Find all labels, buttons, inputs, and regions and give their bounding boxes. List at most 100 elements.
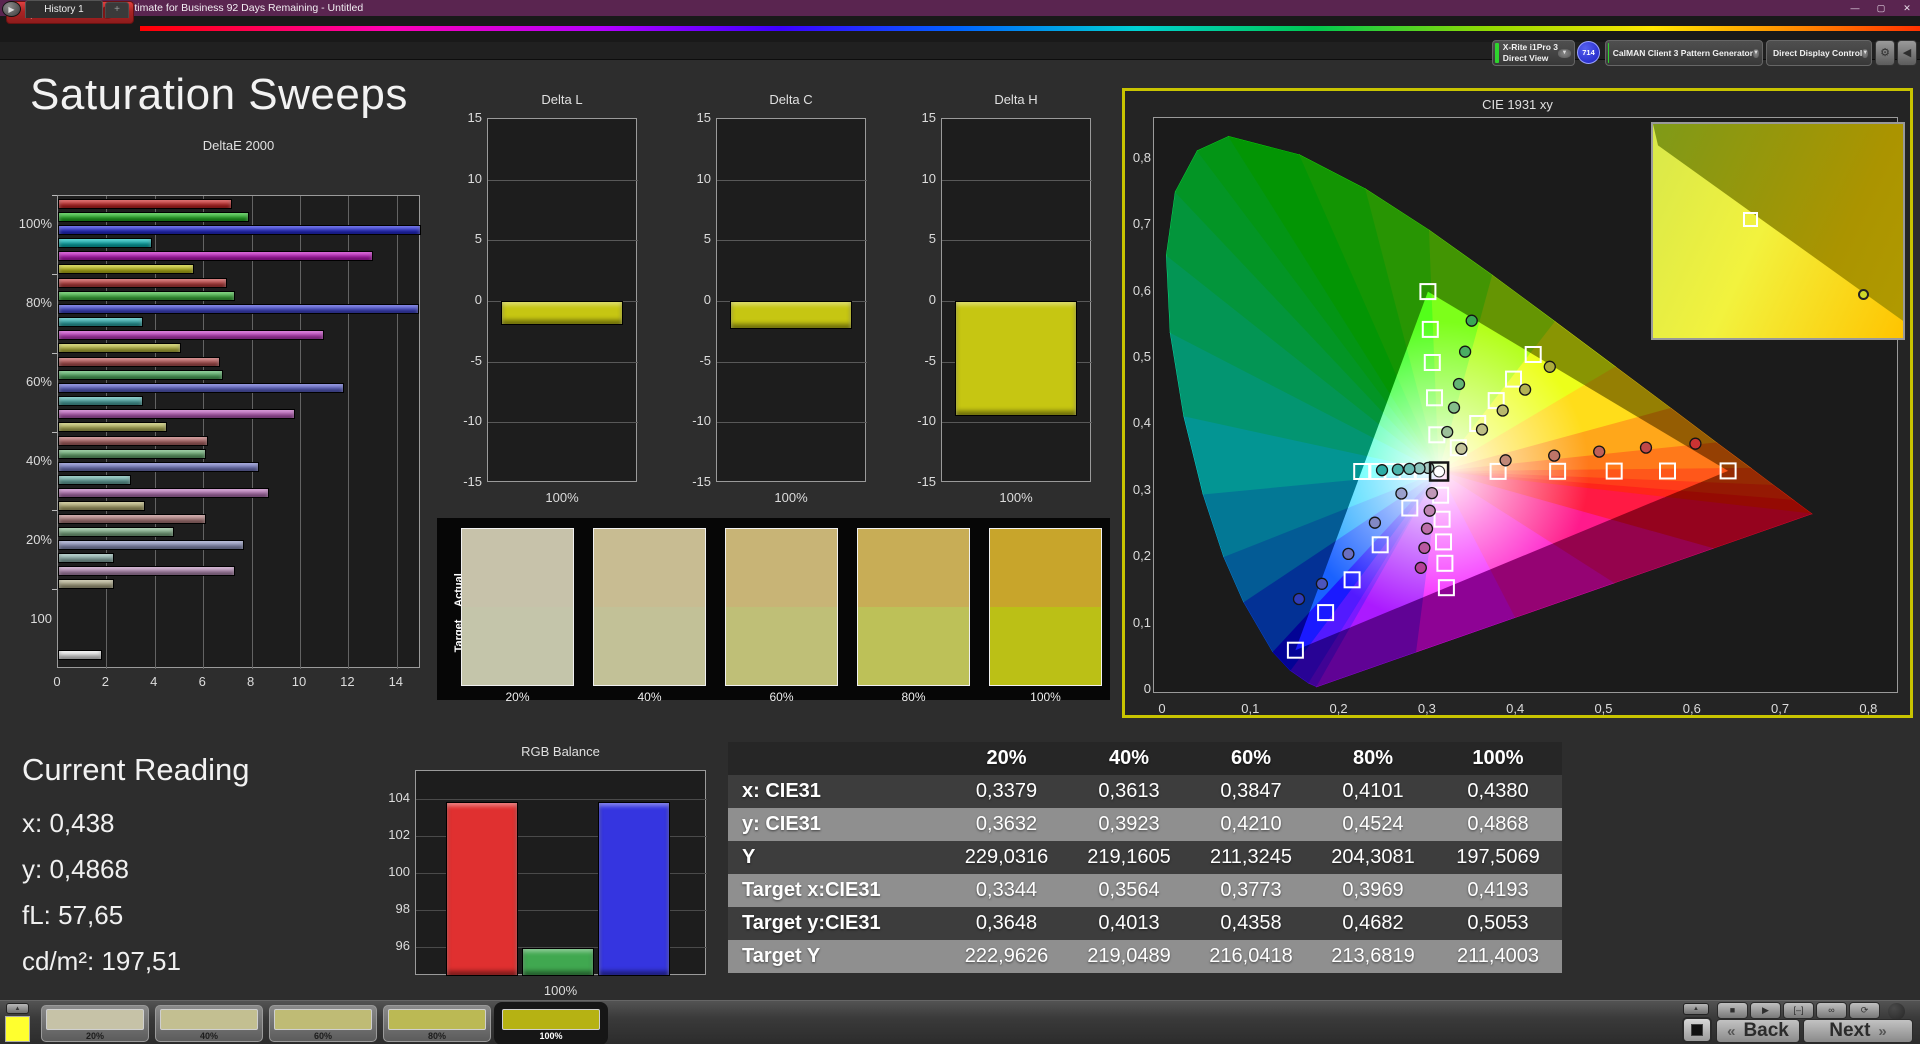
cie-measured-point	[1391, 463, 1405, 476]
stop-button[interactable]: ■	[1717, 1002, 1748, 1019]
gridline	[300, 196, 301, 669]
x-category-label: 100%	[774, 490, 808, 505]
saturation-swatch-100%[interactable]: 100%	[497, 1005, 605, 1042]
y-tick-label: 0	[928, 292, 936, 307]
deltae-bar	[58, 500, 146, 511]
display-control-selector[interactable]: Direct Display Control ▼	[1766, 40, 1872, 66]
axis-tick	[52, 510, 57, 512]
chevron-down-icon: ▼	[1862, 48, 1869, 58]
swatch-chip	[274, 1009, 372, 1030]
meter-status-indicator	[1495, 43, 1499, 63]
minimize-button[interactable]: —	[1842, 0, 1868, 16]
back-button[interactable]: « Back	[1716, 1019, 1800, 1043]
cie-measured-point	[1543, 360, 1556, 373]
deltae-bar	[58, 408, 296, 419]
window-titlebar: Calman 2025 Calman Ultimate for Business…	[0, 0, 1920, 16]
y-tick-label: 10	[467, 170, 482, 186]
saturation-swatch-40%[interactable]: 40%	[155, 1005, 263, 1042]
table-row-label: Target Y	[742, 945, 821, 967]
cie-measured-point	[1475, 423, 1489, 436]
current-reading-title: Current Reading	[22, 752, 250, 787]
chevron-down-icon: ▼	[1558, 48, 1571, 58]
cie-measured-point	[1292, 592, 1306, 606]
target-swatch	[594, 607, 705, 685]
y-tick-label: 15	[467, 110, 482, 125]
deltae-bar	[58, 369, 223, 380]
collapse-panel-icon[interactable]: ◀	[1897, 40, 1917, 66]
table-header-row: 20% 40% 60% 80% 100%	[728, 742, 1562, 775]
group-label: 100%	[18, 216, 52, 232]
table-cell: 219,0489	[1087, 945, 1171, 967]
table-row: Target x:CIE31 0,3344 0,3564 0,3773 0,3969 0,…	[728, 874, 1562, 907]
table-row-label: x: CIE31	[742, 780, 821, 802]
swatch-button-label: 20%	[85, 1031, 104, 1041]
refresh-button[interactable]: ⟳	[1849, 1002, 1880, 1019]
cie-measured-point	[1423, 504, 1436, 517]
table-cell: 0,3613	[1098, 780, 1160, 802]
deltae-bar	[58, 650, 102, 660]
table-header-cell: 20%	[986, 747, 1027, 769]
pattern-generator-selector[interactable]: CalMAN Client 3 Pattern Generator ▼	[1605, 40, 1763, 66]
table-cell: 197,5069	[1456, 846, 1540, 868]
cie-measured-point	[1639, 441, 1653, 454]
y-tick-label: 102	[388, 826, 410, 842]
saturation-swatch-20%[interactable]: 20%	[41, 1005, 149, 1042]
chevron-up-icon[interactable]: ▲	[1683, 1003, 1709, 1015]
next-button[interactable]: Next »	[1803, 1019, 1913, 1043]
saturation-swatch-80%[interactable]: 80%	[383, 1005, 491, 1042]
delta_c-bar	[730, 301, 852, 329]
y-tick-label: 98	[395, 900, 410, 916]
cie-y-tick: 0,4	[1132, 415, 1151, 431]
target-swatch	[858, 607, 969, 685]
chevron-up-icon[interactable]: ▲	[6, 1003, 29, 1014]
table-row-label: Y	[742, 846, 756, 868]
delta_h-plot	[941, 118, 1092, 482]
axis-tick	[52, 273, 57, 275]
table-row: Y 229,0316 219,1605 211,3245 204,3081 197,506…	[728, 841, 1562, 874]
deltae-bar	[58, 527, 175, 538]
meter-delay-badge[interactable]: 714	[1577, 41, 1600, 64]
chevron-left-icon: «	[1727, 1022, 1736, 1040]
deltae-bar	[58, 342, 182, 353]
cie-measured-point	[1518, 383, 1532, 396]
close-button[interactable]: ✕	[1894, 0, 1920, 16]
deltae-bar	[58, 421, 167, 432]
cie-inset-outside-gamut	[1653, 124, 1903, 321]
tab-history-1[interactable]: History 1	[25, 0, 103, 18]
play-button[interactable]: ▶	[1750, 1002, 1781, 1019]
table-cell: 0,3773	[1220, 879, 1282, 901]
gridline	[942, 422, 1092, 424]
maximize-button[interactable]: ▢	[1868, 0, 1894, 16]
x-tick-label: 0	[53, 674, 61, 689]
y-tick-label: -5	[699, 352, 711, 368]
table-cell: 0,3564	[1098, 879, 1160, 901]
group-label: 60%	[25, 374, 52, 390]
table-row: y: CIE31 0,3632 0,3923 0,4210 0,4524 0,4868	[728, 808, 1562, 841]
meter-selector[interactable]: X-Rite i1Pro 3 Direct View ▼	[1492, 40, 1575, 66]
cie-title: CIE 1931 xy	[1482, 97, 1553, 112]
stop-icon	[1691, 1024, 1703, 1036]
delta-c-chart: Delta C 15 10 5 0 -5 -10 -15 100%	[684, 92, 870, 516]
delta_c-plot	[716, 118, 867, 482]
deltae-bar	[58, 474, 131, 485]
deltae-bar	[58, 382, 344, 393]
rgb-bar-blue	[598, 802, 670, 976]
stop-measure-button[interactable]	[1682, 1017, 1712, 1043]
swatch-20%	[461, 528, 574, 686]
deltae-bar	[58, 277, 228, 288]
tab-scroll-button[interactable]: ▶	[2, 1, 21, 17]
calman-window: Calman 2025 Calman Ultimate for Business…	[0, 0, 1920, 1044]
continuous-button[interactable]: ∞	[1816, 1002, 1847, 1019]
saturation-swatch-60%[interactable]: 60%	[269, 1005, 377, 1042]
rgb-balance-plot	[415, 770, 707, 976]
table-header-cell: 40%	[1108, 747, 1150, 769]
rgb-balance-title: RGB Balance	[521, 744, 600, 759]
x-tick-label: 6	[198, 674, 206, 689]
gear-icon[interactable]: ⚙	[1875, 40, 1895, 66]
cie-white-measured	[1433, 465, 1446, 478]
table-cell: 0,3923	[1098, 813, 1160, 835]
add-tab-button[interactable]: +	[105, 2, 129, 18]
step-button[interactable]: [–]	[1783, 1002, 1814, 1019]
gridline	[203, 196, 205, 669]
x-tick-label: 14	[388, 674, 404, 689]
